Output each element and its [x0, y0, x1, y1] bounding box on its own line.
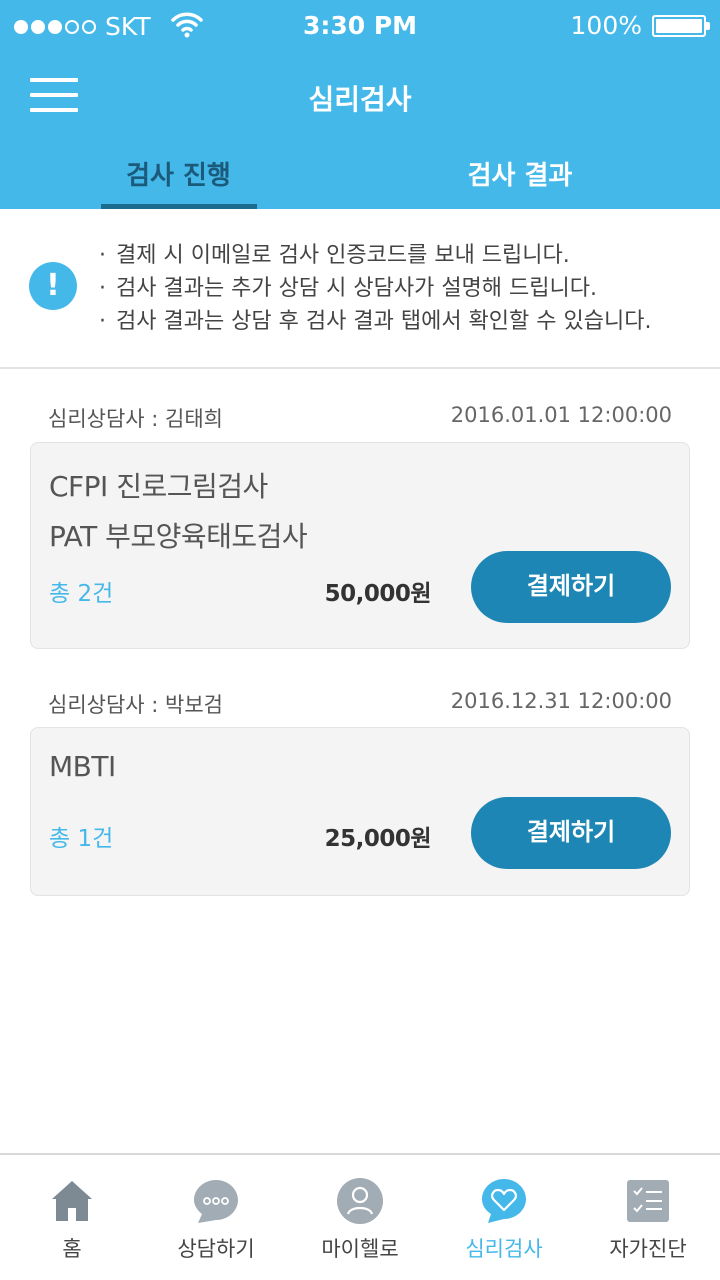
- tab-test-progress[interactable]: 검사 진행: [100, 155, 257, 192]
- status-bar: SKT 3:30 PM 100%: [0, 0, 720, 52]
- nav-label: 홈: [62, 1237, 82, 1261]
- notice-line: 검사 결과는 상담 후 검사 결과 탭에서 확인할 수 있습니다.: [99, 305, 651, 338]
- counselor-name: 심리상담사 : 박보검: [48, 693, 223, 717]
- test-count: 총 1건: [49, 826, 114, 852]
- battery-icon: [652, 15, 710, 37]
- nav-label: 심리검사: [465, 1237, 543, 1261]
- nav-item-self-check[interactable]: 자가진단: [576, 1155, 720, 1280]
- nav-item-my[interactable]: 마이헬로: [288, 1155, 432, 1280]
- checklist-icon: [627, 1180, 669, 1222]
- pay-button[interactable]: 결제하기: [471, 551, 671, 623]
- order-card: MBTI 총 1건 25,000원 결제하기: [30, 727, 690, 896]
- exclamation-icon: !: [29, 262, 77, 310]
- order-price: 50,000원: [324, 581, 432, 607]
- bottom-navigation: 홈 상담하기 마이헬로 심리검사 자가진단: [0, 1153, 720, 1280]
- nav-label: 상담하기: [177, 1237, 255, 1261]
- heart-bubble-icon: [482, 1179, 526, 1223]
- order-meta: 심리상담사 : 김태희 2016.01.01 12:00:00: [30, 403, 690, 437]
- order-price: 25,000원: [324, 826, 432, 852]
- nav-item-counsel[interactable]: 상담하기: [144, 1155, 288, 1280]
- nav-item-home[interactable]: 홈: [0, 1155, 144, 1280]
- test-name: CFPI 진로그림검사: [49, 470, 268, 503]
- nav-label: 자가진단: [609, 1237, 687, 1261]
- order-group: 심리상담사 : 김태희 2016.01.01 12:00:00 CFPI 진로그…: [30, 403, 690, 649]
- order-group: 심리상담사 : 박보검 2016.12.31 12:00:00 MBTI 총 1…: [30, 689, 690, 896]
- notice-line: 검사 결과는 추가 상담 시 상담사가 설명해 드립니다.: [99, 272, 651, 305]
- pay-button[interactable]: 결제하기: [471, 797, 671, 869]
- person-icon: [337, 1178, 383, 1224]
- home-icon: [52, 1181, 92, 1221]
- app-header: SKT 3:30 PM 100% 심리검사 검사 진행 검사 결과: [0, 0, 720, 209]
- battery-percent: 100%: [570, 11, 642, 40]
- order-date: 2016.12.31 12:00:00: [450, 689, 672, 713]
- notice-list: 결제 시 이메일로 검사 인증코드를 보내 드립니다. 검사 결과는 추가 상담…: [99, 239, 651, 338]
- tab-test-result[interactable]: 검사 결과: [420, 155, 620, 192]
- test-count: 총 2건: [49, 581, 114, 607]
- notice-line: 결제 시 이메일로 검사 인증코드를 보내 드립니다.: [99, 239, 651, 272]
- order-card: CFPI 진로그림검사 PAT 부모양육태도검사 총 2건 50,000원 결제…: [30, 442, 690, 649]
- chat-bubble-icon: [194, 1180, 238, 1223]
- counselor-name: 심리상담사 : 김태희: [48, 407, 223, 431]
- nav-item-psych-test[interactable]: 심리검사: [432, 1155, 576, 1280]
- test-name: PAT 부모양육태도검사: [49, 520, 308, 553]
- order-meta: 심리상담사 : 박보검 2016.12.31 12:00:00: [30, 689, 690, 723]
- notice-panel: ! 결제 시 이메일로 검사 인증코드를 보내 드립니다. 검사 결과는 추가 …: [0, 209, 720, 369]
- test-name: MBTI: [49, 750, 116, 783]
- page-title: 심리검사: [308, 83, 412, 116]
- nav-label: 마이헬로: [321, 1237, 399, 1261]
- order-date: 2016.01.01 12:00:00: [450, 403, 672, 427]
